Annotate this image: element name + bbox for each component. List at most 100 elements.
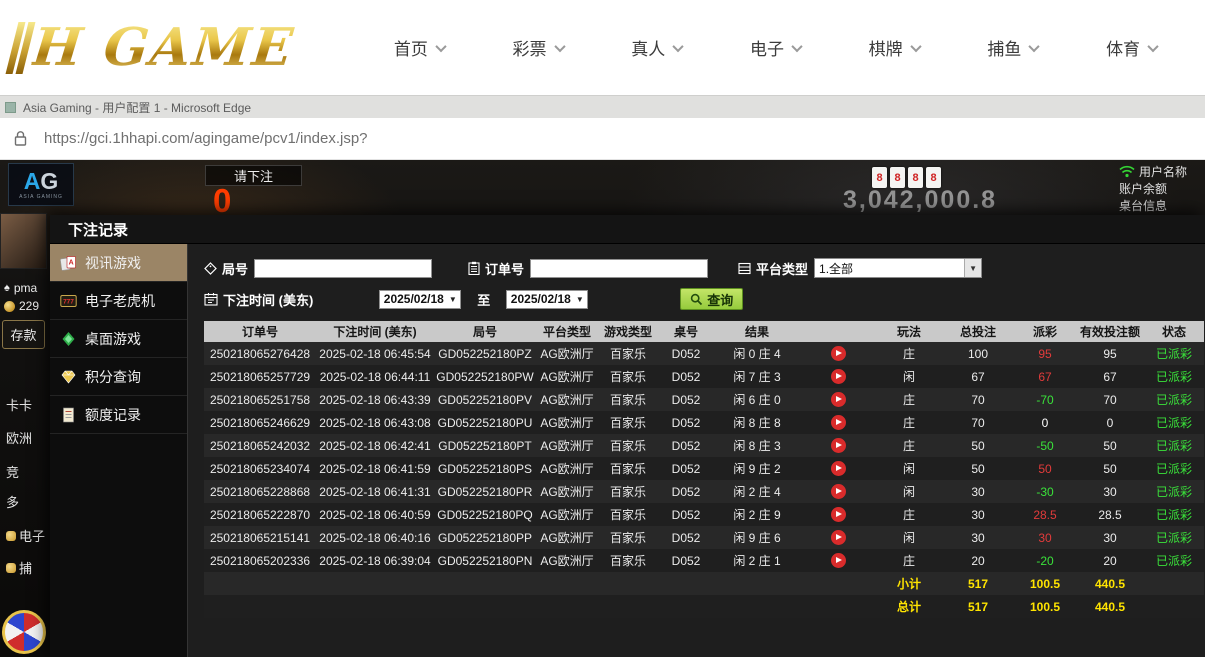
empty-cell — [658, 595, 714, 618]
play-icon[interactable] — [831, 461, 846, 476]
col-header: 有效投注额 — [1076, 321, 1144, 342]
empty-cell — [1144, 595, 1204, 618]
info-row-username: 用户名称 — [1119, 164, 1205, 179]
bet-row: 2502180652764282025-02-18 06:45:54GD0522… — [204, 342, 1204, 365]
cell-table: D052 — [658, 457, 714, 480]
deposit-button[interactable]: 存款 — [2, 320, 45, 349]
playing-card: 8 — [890, 167, 905, 188]
bonus-wheel-icon[interactable] — [2, 610, 46, 654]
cell-platform: AG欧洲厅 — [536, 342, 598, 365]
play-icon[interactable] — [831, 438, 846, 453]
menu-item[interactable]: 积分查询 — [50, 358, 187, 396]
nav-item[interactable]: 首页 — [394, 35, 445, 60]
cell-total: 50 — [942, 457, 1014, 480]
col-header: 下注时间 (美东) — [316, 321, 434, 342]
cell-payout: 95 — [1014, 342, 1076, 365]
play-icon[interactable] — [831, 553, 846, 568]
summary-cell: 440.5 — [1076, 572, 1144, 595]
nav-item[interactable]: 捕鱼 — [987, 35, 1038, 60]
main-nav: 首页 彩票 真人 电子 棋牌 捕鱼 体育 — [312, 35, 1205, 60]
cell-table: D052 — [658, 434, 714, 457]
menu-item[interactable]: 777电子老虎机 — [50, 282, 187, 320]
dropdown-arrow-icon: ▼ — [449, 295, 457, 304]
info-row-table: 桌台信息 — [1119, 198, 1205, 213]
order-no-input[interactable] — [530, 259, 708, 278]
cell-status: 已派彩 — [1144, 480, 1204, 503]
play-icon[interactable] — [831, 507, 846, 522]
cell-platform: AG欧洲厅 — [536, 457, 598, 480]
lock-icon[interactable] — [13, 130, 28, 147]
cell-total: 30 — [942, 526, 1014, 549]
play-icon[interactable] — [831, 484, 846, 499]
cell-round: GD052252180PW — [434, 365, 536, 388]
side-item[interactable]: 卡卡 — [6, 395, 32, 414]
cell-time: 2025-02-18 06:39:04 — [316, 549, 434, 572]
cell-result: 闲 6 庄 0 — [714, 388, 800, 411]
platform-type-label: 平台类型 — [738, 259, 808, 278]
play-icon[interactable] — [831, 369, 846, 384]
cell-result: 闲 2 庄 1 — [714, 549, 800, 572]
nav-item[interactable]: 彩票 — [513, 35, 564, 60]
info-label: 用户名称 — [1139, 163, 1187, 180]
menu-item-label: 电子老虎机 — [85, 291, 155, 311]
side-item[interactable]: 欧洲 — [6, 428, 32, 447]
play-icon[interactable] — [831, 530, 846, 545]
play-icon[interactable] — [831, 392, 846, 407]
cell-order: 250218065276428 — [204, 342, 316, 365]
cell-order: 250218065246629 — [204, 411, 316, 434]
cell-round: GD052252180PU — [434, 411, 536, 434]
round-no-input[interactable] — [254, 259, 432, 278]
col-header: 结果 — [714, 321, 800, 342]
bet-time-label: 下注时间 (美东) — [204, 290, 313, 309]
side-item[interactable]: 捕 — [6, 558, 32, 577]
empty-cell — [1144, 572, 1204, 595]
platform-type-select[interactable]: 1.全部 ▼ — [814, 258, 982, 278]
cell-play: 庄 — [876, 388, 942, 411]
nav-item[interactable]: 真人 — [631, 35, 682, 60]
side-item[interactable]: 电子 — [6, 526, 45, 545]
grand_total-row: 总计517100.5440.5 — [204, 595, 1204, 618]
play-icon[interactable] — [831, 415, 846, 430]
play-icon[interactable] — [831, 346, 846, 361]
cell-result: 闲 2 庄 9 — [714, 503, 800, 526]
cell-game: 百家乐 — [598, 365, 658, 388]
side-item[interactable]: 多 — [6, 492, 19, 511]
cell-order: 250218065242032 — [204, 434, 316, 457]
site-logo[interactable]: H GAME — [12, 17, 312, 78]
filter-row-1: 局号 订单号 — [204, 256, 1205, 280]
date-from-select[interactable]: 2025/02/18▼ — [379, 290, 461, 309]
empty-cell — [316, 572, 434, 595]
summary-cell: 517 — [942, 572, 1014, 595]
url-text[interactable]: https://gci.1hhapi.com/agingame/pcv1/ind… — [44, 130, 368, 147]
cell-order: 250218065202336 — [204, 549, 316, 572]
query-button[interactable]: 查询 — [680, 288, 743, 310]
browser-url-bar[interactable]: https://gci.1hhapi.com/agingame/pcv1/ind… — [0, 118, 1205, 160]
cell-time: 2025-02-18 06:41:31 — [316, 480, 434, 503]
cell-game: 百家乐 — [598, 549, 658, 572]
menu-item[interactable]: 桌面游戏 — [50, 320, 187, 358]
cell-order: 250218065228868 — [204, 480, 316, 503]
cell-round: GD052252180PT — [434, 434, 536, 457]
nav-label: 体育 — [1106, 35, 1140, 60]
side-item[interactable]: 竞 — [6, 462, 19, 481]
cell-status: 已派彩 — [1144, 411, 1204, 434]
menu-item[interactable]: A视讯游戏 — [50, 244, 187, 282]
replay-cell — [800, 549, 876, 572]
game-stage: AG ASIA GAMING 请下注 0 8888 3,042,000.8 用户… — [0, 160, 1205, 657]
date-to-select[interactable]: 2025/02/18▼ — [506, 290, 588, 309]
side-item-label: 电子 — [19, 526, 45, 545]
summary-cell: 小计 — [876, 572, 942, 595]
menu-item[interactable]: 额度记录 — [50, 396, 187, 434]
nav-item[interactable]: 棋牌 — [869, 35, 920, 60]
cell-valid: 67 — [1076, 365, 1144, 388]
nav-item[interactable]: 体育 — [1106, 35, 1157, 60]
cell-game: 百家乐 — [598, 457, 658, 480]
cell-platform: AG欧洲厅 — [536, 365, 598, 388]
cell-total: 70 — [942, 388, 1014, 411]
nav-item[interactable]: 电子 — [750, 35, 801, 60]
clipboard-icon — [468, 261, 480, 275]
cell-payout: 30 — [1014, 526, 1076, 549]
cell-platform: AG欧洲厅 — [536, 480, 598, 503]
cell-result: 闲 9 庄 2 — [714, 457, 800, 480]
nav-label: 捕鱼 — [987, 35, 1021, 60]
